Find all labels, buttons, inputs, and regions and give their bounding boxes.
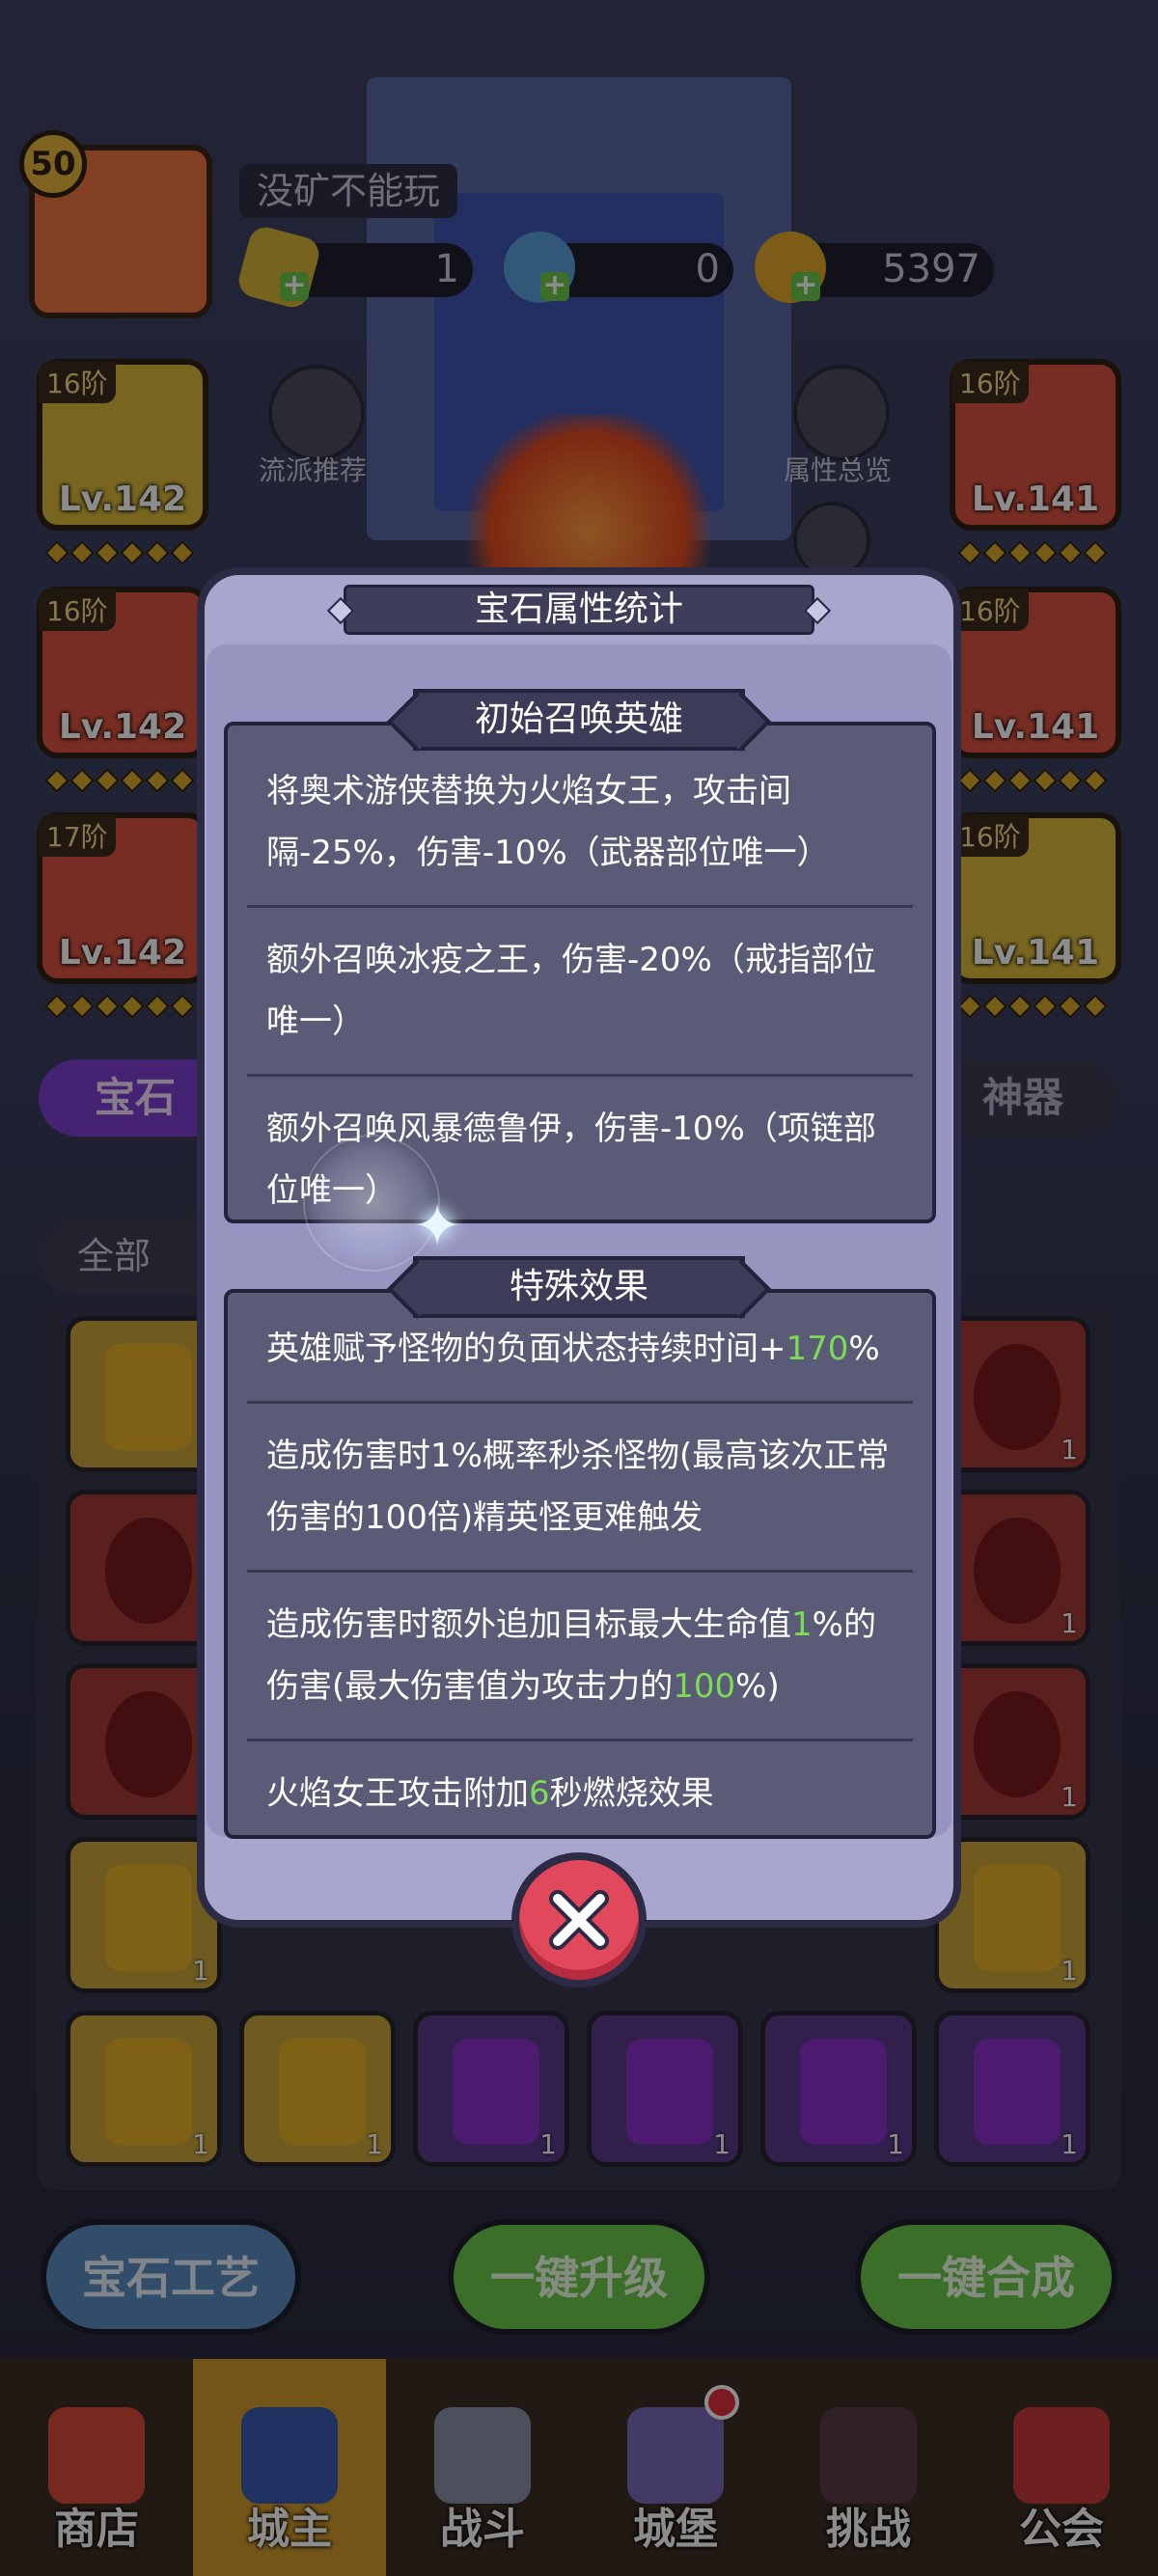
nav-challenge[interactable]: 挑战 <box>772 2359 965 2576</box>
special-effects-box[interactable]: 英雄赋予怪物的负面状态持续时间+170% 造成伤害时1%概率秒杀怪物(最高该次正… <box>224 1289 936 1839</box>
dialog-title: 宝石属性统计 <box>344 585 814 635</box>
gem-slot[interactable]: 1 <box>239 2011 396 2167</box>
shop-icon <box>48 2407 145 2504</box>
demon-icon <box>820 2407 917 2504</box>
upgrade-all-button[interactable]: 一键升级 <box>448 2219 710 2335</box>
equip-level: Lv.141 <box>971 707 1100 747</box>
gem-slot[interactable]: 1 <box>413 2011 569 2167</box>
star-rating <box>44 994 195 1019</box>
nav-shop[interactable]: 商店 <box>0 2359 193 2576</box>
notification-dot <box>704 2385 739 2420</box>
nav-label: 挑战 <box>826 2505 911 2554</box>
star-rating <box>44 540 195 565</box>
coin-resource[interactable]: + 5397 <box>755 232 994 303</box>
nav-lord[interactable]: 城主 <box>193 2359 386 2576</box>
equip-slot-boots[interactable]: 17阶 Lv.142 <box>37 812 208 984</box>
equip-slot-armor[interactable]: 16阶 Lv.142 <box>37 587 208 758</box>
nav-battle[interactable]: 战斗 <box>386 2359 579 2576</box>
swords-icon <box>434 2407 531 2504</box>
potion-resource[interactable]: + 0 <box>504 232 733 303</box>
effect-row: 额外召唤冰疫之王，伤害-20%（戒指部位唯一） <box>247 908 913 1077</box>
star-rating <box>957 768 1108 793</box>
close-button[interactable] <box>511 1852 647 1987</box>
gem-slot[interactable]: 1 <box>587 2011 743 2167</box>
plus-icon[interactable]: + <box>540 271 569 301</box>
tier-badge: 17阶 <box>39 814 116 857</box>
section-title-special: 特殊效果 <box>413 1256 745 1318</box>
nav-label: 城主 <box>247 2505 332 2554</box>
coin-count: 5397 <box>882 247 980 291</box>
build-recommend-label: 流派推荐 <box>259 454 368 486</box>
star-rating <box>957 540 1108 565</box>
potion-count: 0 <box>695 247 720 291</box>
gem-icon <box>234 223 323 312</box>
equip-slot-ring[interactable]: 16阶 Lv.141 <box>950 587 1121 758</box>
highlight-value: 170 <box>786 1329 849 1368</box>
tier-badge: 16阶 <box>951 361 1029 403</box>
crown-icon <box>241 2407 338 2504</box>
highlight-value: 1 <box>791 1605 813 1644</box>
equip-slot-weapon[interactable]: 16阶 Lv.141 <box>950 359 1121 531</box>
star-rating <box>957 994 1108 1019</box>
nav-label: 城堡 <box>633 2505 718 2554</box>
tier-badge: 16阶 <box>39 361 116 403</box>
scroll-icon[interactable] <box>793 365 890 461</box>
close-icon <box>549 1890 609 1950</box>
highlight-value: 6 <box>529 1774 550 1813</box>
thumbs-up-icon[interactable] <box>268 365 365 461</box>
nav-label: 商店 <box>54 2505 139 2554</box>
effect-row: 将奥术游侠替换为火焰女王，攻击间隔-25%，伤害-10%（武器部位唯一） <box>247 726 913 908</box>
effect-row: 造成伤害时1%概率秒杀怪物(最高该次正常伤害的100倍)精英怪更难触发 <box>247 1404 913 1573</box>
equip-level: Lv.141 <box>971 480 1100 519</box>
equip-slot-hat[interactable]: 16阶 Lv.142 <box>37 359 208 531</box>
gem-craft-button[interactable]: 宝石工艺 <box>41 2219 301 2335</box>
gem-slot[interactable]: 1 <box>66 2011 222 2167</box>
level-badge: 50 <box>19 130 87 198</box>
equip-level: Lv.141 <box>971 933 1100 973</box>
plus-icon[interactable]: + <box>791 271 820 301</box>
gem-resource[interactable]: + 1 <box>234 223 473 312</box>
effect-row: 造成伤害时额外追加目标最大生命值1%的伤害(最大伤害值为攻击力的100%) <box>247 1573 913 1741</box>
highlight-value: 100 <box>673 1667 736 1706</box>
guild-banner-icon <box>1013 2407 1110 2504</box>
effect-row: 火焰女王攻击附加6秒燃烧效果 <box>266 1774 714 1813</box>
nav-castle[interactable]: 城堡 <box>579 2359 772 2576</box>
sparkle-star-icon: ✦ <box>413 1192 462 1260</box>
stats-overview-label: 属性总览 <box>784 454 893 486</box>
nav-label: 公会 <box>1019 2505 1104 2554</box>
castle-icon <box>627 2407 724 2504</box>
equip-level: Lv.142 <box>58 480 187 519</box>
gem-slot[interactable]: 1 <box>760 2011 917 2167</box>
nav-label: 战斗 <box>440 2505 525 2554</box>
equip-slot-necklace[interactable]: 16阶 Lv.141 <box>950 812 1121 984</box>
section-title-summon: 初始召唤英雄 <box>413 689 745 751</box>
nav-guild[interactable]: 公会 <box>965 2359 1158 2576</box>
star-rating <box>44 768 195 793</box>
equip-level: Lv.142 <box>58 707 187 747</box>
tier-badge: 16阶 <box>39 589 116 631</box>
equip-level: Lv.142 <box>58 933 187 973</box>
bottom-nav: 商店 城主 战斗 城堡 挑战 公会 <box>0 2359 1158 2576</box>
merge-all-button[interactable]: 一键合成 <box>855 2219 1117 2335</box>
plus-icon[interactable]: + <box>280 271 309 301</box>
tier-badge: 16阶 <box>951 589 1029 631</box>
tier-badge: 16阶 <box>951 814 1029 857</box>
player-name: 没矿不能玩 <box>239 164 458 218</box>
gem-slot[interactable]: 1 <box>934 2011 1090 2167</box>
gem-count: 1 <box>434 247 459 291</box>
